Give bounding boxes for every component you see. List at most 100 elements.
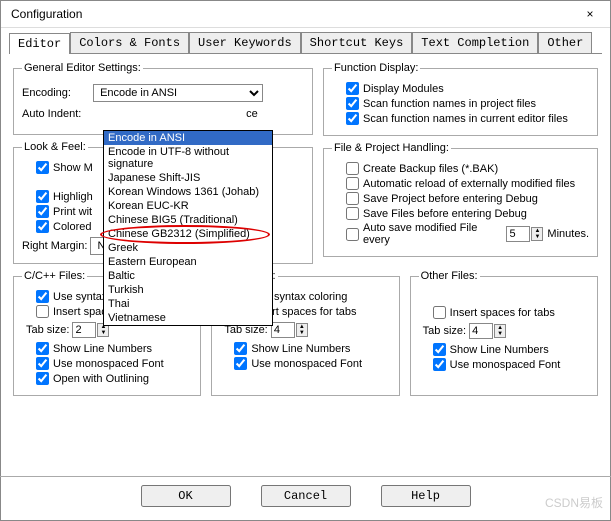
show-m-check[interactable] xyxy=(36,161,49,174)
encoding-option[interactable]: Japanese Shift-JIS xyxy=(104,171,272,185)
encoding-option[interactable]: Encode in UTF-8 without signature xyxy=(104,145,272,171)
colored-label: Colored xyxy=(53,221,92,233)
print-check[interactable] xyxy=(36,205,49,218)
ok-button[interactable]: OK xyxy=(141,485,231,507)
autoindent-suffix: ce xyxy=(246,108,258,120)
scan-editor-check[interactable] xyxy=(346,112,359,125)
display-modules-label: Display Modules xyxy=(363,83,444,95)
highlight-label: Highligh xyxy=(53,191,93,203)
other-tabsize-input[interactable] xyxy=(469,323,493,339)
autoreload-check[interactable] xyxy=(346,177,359,190)
save-files-check[interactable] xyxy=(346,207,359,220)
highlight-check[interactable] xyxy=(36,190,49,203)
backup-check[interactable] xyxy=(346,162,359,175)
tab-text-completion[interactable]: Text Completion xyxy=(412,32,538,53)
other-mono-check[interactable] xyxy=(433,358,446,371)
help-button[interactable]: Help xyxy=(381,485,471,507)
autosave-spinner[interactable]: ▲▼ xyxy=(506,226,543,242)
other-tabsize-spinner[interactable]: ▲▼ xyxy=(469,323,506,339)
dialog-button-row: OK Cancel Help xyxy=(0,476,611,515)
tab-shortcut-keys[interactable]: Shortcut Keys xyxy=(301,32,413,53)
other-mono-label: Use monospaced Font xyxy=(450,359,561,371)
asm-tabsize-input[interactable] xyxy=(271,322,295,338)
close-icon[interactable]: × xyxy=(580,7,600,21)
encoding-option[interactable]: Vietnamese xyxy=(104,311,272,325)
encoding-option[interactable]: Encode in ANSI xyxy=(104,131,272,145)
cc-spaces-check[interactable] xyxy=(36,305,49,318)
tab-editor[interactable]: Editor xyxy=(9,33,70,54)
autosave-check[interactable] xyxy=(346,228,359,241)
colored-check[interactable] xyxy=(36,220,49,233)
tab-colors-fonts[interactable]: Colors & Fonts xyxy=(70,32,189,53)
look-legend: Look & Feel: xyxy=(22,141,88,153)
encoding-select[interactable]: Encode in ANSI xyxy=(93,84,263,102)
show-m-label: Show M xyxy=(53,162,93,174)
save-proj-check[interactable] xyxy=(346,192,359,205)
other-linenum-label: Show Line Numbers xyxy=(450,344,549,356)
spin-down-icon[interactable]: ▼ xyxy=(495,331,505,337)
encoding-option-highlighted[interactable]: Chinese GB2312 (Simplified) xyxy=(104,227,272,241)
function-display-group: Function Display: Display Modules Scan f… xyxy=(323,62,598,136)
cancel-button[interactable]: Cancel xyxy=(261,485,351,507)
asm-mono-check[interactable] xyxy=(234,357,247,370)
titlebar: Configuration × xyxy=(1,1,610,28)
autosave-post-label: Minutes. xyxy=(547,228,589,240)
backup-label: Create Backup files (*.BAK) xyxy=(363,163,498,175)
encoding-option[interactable]: Baltic xyxy=(104,269,272,283)
asm-mono-label: Use monospaced Font xyxy=(251,358,362,370)
autoindent-label: Auto Indent: xyxy=(22,108,90,120)
func-legend: Function Display: xyxy=(332,62,420,74)
encoding-option[interactable]: Thai xyxy=(104,297,272,311)
encoding-option[interactable]: Greek xyxy=(104,241,272,255)
cc-tabsize-input[interactable] xyxy=(72,322,96,338)
cc-linenum-label: Show Line Numbers xyxy=(53,343,152,355)
encoding-option[interactable]: Chinese BIG5 (Traditional) xyxy=(104,213,272,227)
save-files-label: Save Files before entering Debug xyxy=(363,208,527,220)
asm-tabsize-spinner[interactable]: ▲▼ xyxy=(271,322,308,338)
watermark: CSDN易板 xyxy=(545,494,603,511)
display-modules-check[interactable] xyxy=(346,82,359,95)
cc-outline-check[interactable] xyxy=(36,372,49,385)
cc-mono-check[interactable] xyxy=(36,357,49,370)
autosave-pre-label: Auto save modified File every xyxy=(363,222,502,246)
cc-outline-label: Open with Outlining xyxy=(53,373,149,385)
spin-down-icon[interactable]: ▼ xyxy=(98,330,108,336)
asm-linenum-check[interactable] xyxy=(234,342,247,355)
scan-project-label: Scan function names in project files xyxy=(363,98,536,110)
encoding-label: Encoding: xyxy=(22,87,90,99)
encoding-dropdown-list[interactable]: Encode in ANSI Encode in UTF-8 without s… xyxy=(103,130,273,326)
fileproj-legend: File & Project Handling: xyxy=(332,142,451,154)
file-project-group: File & Project Handling: Create Backup f… xyxy=(323,142,598,257)
autosave-input[interactable] xyxy=(506,226,530,242)
other-linenum-check[interactable] xyxy=(433,343,446,356)
general-legend: General Editor Settings: xyxy=(22,62,143,74)
other-legend: Other Files: xyxy=(419,270,480,282)
cc-syntax-check[interactable] xyxy=(36,290,49,303)
asm-linenum-label: Show Line Numbers xyxy=(251,343,350,355)
window-title: Configuration xyxy=(11,7,82,21)
encoding-option[interactable]: Korean EUC-KR xyxy=(104,199,272,213)
save-proj-label: Save Project before entering Debug xyxy=(363,193,538,205)
other-files-group: Other Files: Insert spaces for tabs Tab … xyxy=(410,270,598,396)
cc-legend: C/C++ Files: xyxy=(22,270,87,282)
encoding-option[interactable]: Eastern European xyxy=(104,255,272,269)
spin-down-icon[interactable]: ▼ xyxy=(532,234,542,240)
other-spaces-label: Insert spaces for tabs xyxy=(450,307,555,319)
tab-user-keywords[interactable]: User Keywords xyxy=(189,32,301,53)
encoding-option[interactable]: Turkish xyxy=(104,283,272,297)
tab-other[interactable]: Other xyxy=(538,32,592,53)
scan-editor-label: Scan function names in current editor fi… xyxy=(363,113,568,125)
scan-project-check[interactable] xyxy=(346,97,359,110)
spin-down-icon[interactable]: ▼ xyxy=(297,330,307,336)
autoreload-label: Automatic reload of externally modified … xyxy=(363,178,575,190)
cc-tabsize-label: Tab size: xyxy=(26,324,69,336)
other-spaces-check[interactable] xyxy=(433,306,446,319)
other-tabsize-label: Tab size: xyxy=(423,325,466,337)
right-margin-label: Right Margin: xyxy=(22,240,87,252)
general-editor-group: General Editor Settings: Encoding: Encod… xyxy=(13,62,313,135)
print-label: Print wit xyxy=(53,206,92,218)
encoding-option[interactable]: Korean Windows 1361 (Johab) xyxy=(104,185,272,199)
cc-linenum-check[interactable] xyxy=(36,342,49,355)
tab-strip: Editor Colors & Fonts User Keywords Shor… xyxy=(9,32,602,54)
cc-mono-label: Use monospaced Font xyxy=(53,358,164,370)
